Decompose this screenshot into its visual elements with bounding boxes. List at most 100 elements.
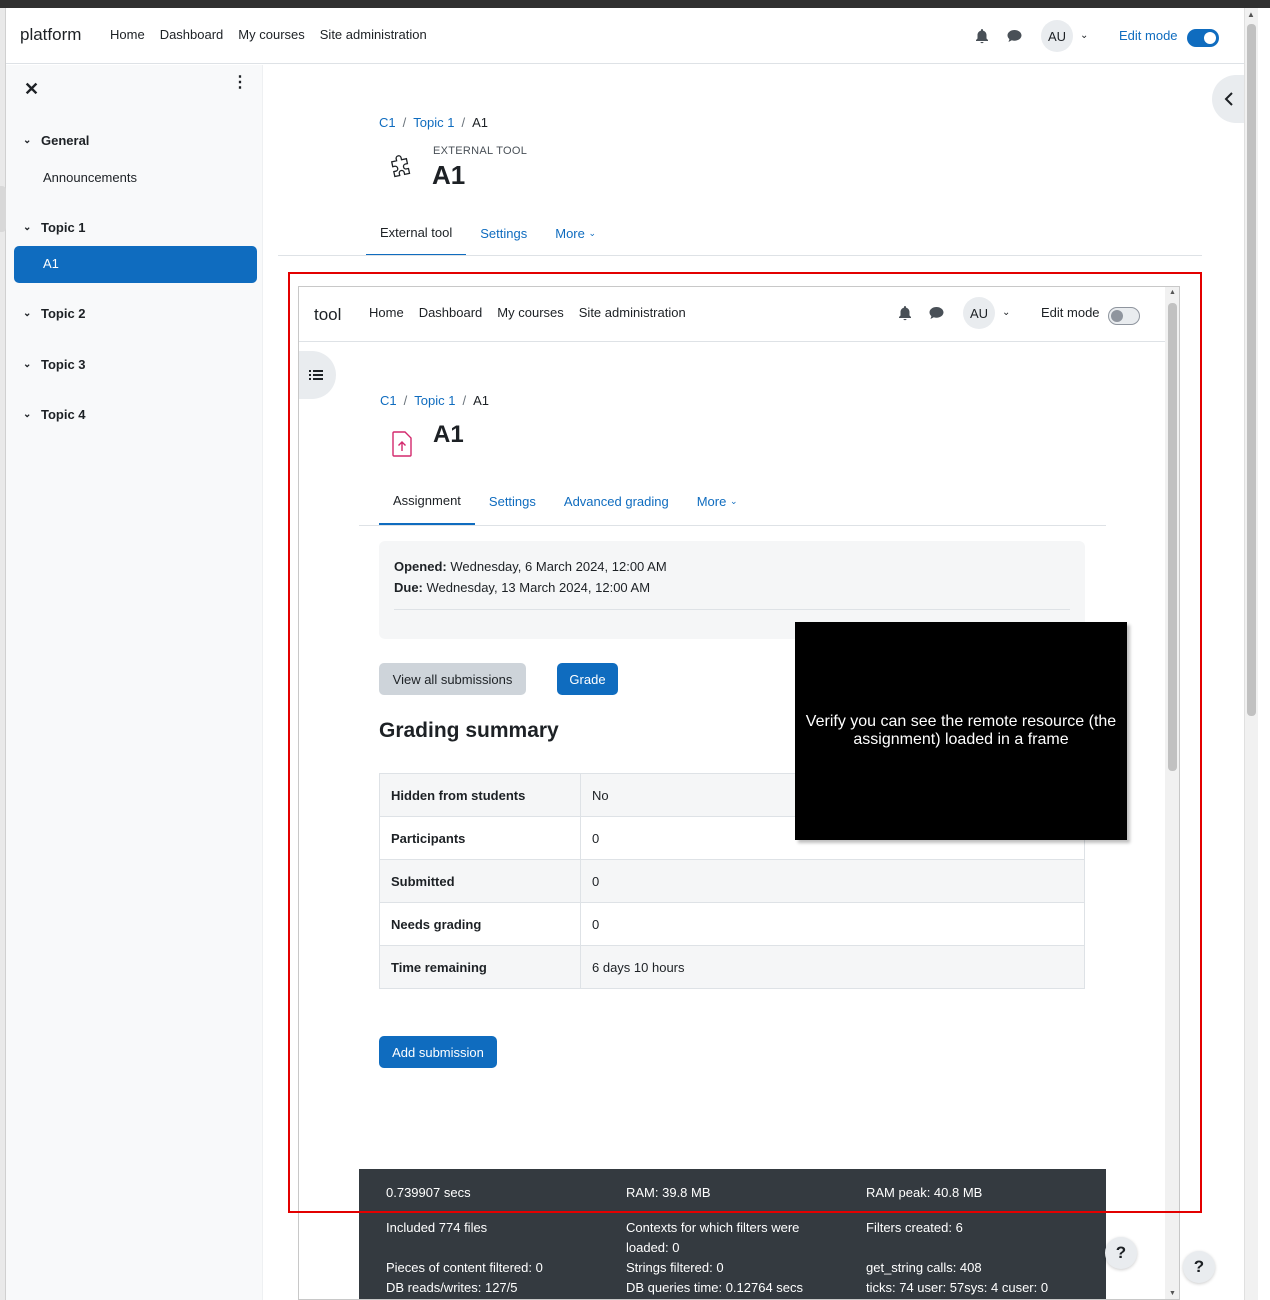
nav-site-administration[interactable]: Site administration (320, 27, 427, 42)
drawer-item-a1[interactable]: A1 (14, 246, 257, 283)
page-title: A1 (432, 160, 466, 190)
section-chevron-down-icon: ⌄ (23, 308, 32, 319)
frame-tab-assignment[interactable]: Assignment (379, 477, 475, 525)
nav-my-courses[interactable]: My courses (238, 27, 304, 42)
frame-breadcrumb-section[interactable]: Topic 1 (414, 393, 455, 408)
perf-included-files: Included 774 files (386, 1220, 488, 1235)
perf-ram-peak: RAM peak: 40.8 MB (866, 1185, 983, 1200)
window-top-strip (0, 0, 1270, 8)
frame-brand[interactable]: tool (314, 305, 341, 325)
frame-scrollbar-thumb[interactable] (1168, 303, 1177, 771)
perf-db-reads-writes: DB reads/writes: 127/5 (386, 1280, 518, 1295)
frame-more-chevron-down-icon: ⌄ (729, 495, 738, 506)
frame-breadcrumb-course[interactable]: C1 (380, 393, 397, 408)
external-tool-frame[interactable]: tool Home Dashboard My courses Site admi… (298, 286, 1180, 1300)
frame-nav-site-administration[interactable]: Site administration (579, 305, 686, 320)
frame-navbar: tool Home Dashboard My courses Site admi… (299, 287, 1167, 342)
notifications-bell-icon[interactable] (972, 26, 992, 46)
breadcrumb-current: A1 (472, 115, 488, 130)
section-chevron-down-icon: ⌄ (23, 359, 32, 370)
drawer-item-announcements[interactable]: Announcements (43, 170, 137, 185)
frame-nav-home[interactable]: Home (369, 305, 404, 320)
perf-contexts: Contexts for which filters were loaded: … (626, 1220, 800, 1255)
top-navbar: platform Home Dashboard My courses Site … (6, 8, 1244, 64)
frame-notifications-bell-icon[interactable] (895, 303, 915, 323)
frame-nav-dashboard[interactable]: Dashboard (419, 305, 483, 320)
help-button[interactable]: ? (1183, 1251, 1215, 1283)
performance-footer: 0.739907 secs RAM: 39.8 MB RAM peak: 40.… (359, 1169, 1106, 1299)
scroll-up-arrow-icon[interactable]: ▲ (1247, 10, 1255, 19)
frame-user-avatar[interactable]: AU (963, 297, 995, 329)
section-chevron-down-icon: ⌄ (23, 135, 32, 146)
section-topic-1[interactable]: ⌄ Topic 1 (23, 220, 86, 235)
site-brand[interactable]: platform (20, 25, 81, 45)
frame-edit-mode-toggle[interactable] (1108, 307, 1140, 325)
perf-db-queries-time: DB queries time: 0.12764 secs (626, 1280, 804, 1295)
messages-chat-icon[interactable] (1004, 26, 1024, 46)
frame-tab-advanced-grading[interactable]: Advanced grading (550, 477, 683, 525)
nav-dashboard[interactable]: Dashboard (160, 27, 224, 42)
breadcrumb-section[interactable]: Topic 1 (413, 115, 454, 130)
frame-primary-navigation: Home Dashboard My courses Site administr… (369, 305, 686, 320)
perf-get-string-calls: get_string calls: 408 (866, 1260, 982, 1275)
tab-settings[interactable]: Settings (466, 210, 541, 256)
edit-mode-label: Edit mode (1119, 28, 1178, 43)
add-submission-button[interactable]: Add submission (379, 1036, 497, 1068)
drawer-more-menu-icon[interactable]: ⋮ (232, 75, 248, 91)
table-row: Needs grading 0 (379, 902, 1085, 946)
page-scrollbar-thumb[interactable] (1247, 24, 1256, 716)
page-scrollbar[interactable]: ▲ (1244, 8, 1258, 1300)
perf-ram: RAM: 39.8 MB (626, 1185, 711, 1200)
frame-tab-settings[interactable]: Settings (475, 477, 550, 525)
perf-pieces-filtered: Pieces of content filtered: 0 (386, 1260, 543, 1275)
frame-tab-more[interactable]: More ⌄ (683, 477, 752, 525)
frame-messages-chat-icon[interactable] (926, 303, 946, 323)
view-all-submissions-button[interactable]: View all submissions (379, 663, 526, 695)
section-topic-2[interactable]: ⌄ Topic 2 (23, 306, 86, 321)
grade-button[interactable]: Grade (557, 663, 618, 695)
section-topic-3[interactable]: ⌄ Topic 3 (23, 357, 86, 372)
user-avatar[interactable]: AU (1041, 20, 1073, 52)
tab-external-tool[interactable]: External tool (366, 210, 467, 256)
frame-breadcrumb: C1 / Topic 1 / A1 (380, 393, 489, 408)
section-chevron-down-icon: ⌄ (23, 409, 32, 420)
frame-nav-my-courses[interactable]: My courses (497, 305, 563, 320)
frame-scroll-up-arrow-icon[interactable]: ▲ (1169, 289, 1176, 296)
breadcrumb: C1 / Topic 1 / A1 (379, 115, 488, 130)
dates-divider (394, 609, 1070, 610)
tab-more[interactable]: More ⌄ (541, 210, 610, 256)
list-icon (309, 370, 323, 380)
chevron-left-icon (1224, 92, 1233, 106)
nav-home[interactable]: Home (110, 27, 145, 42)
edit-mode-toggle[interactable] (1187, 29, 1219, 47)
primary-navigation: Home Dashboard My courses Site administr… (110, 27, 427, 42)
perf-filters-created: Filters created: 6 (866, 1220, 963, 1235)
section-general[interactable]: ⌄ General (23, 133, 89, 148)
frame-user-menu-chevron-down-icon[interactable]: ⌄ (1002, 307, 1010, 318)
close-drawer-icon[interactable]: ✕ (24, 79, 39, 100)
section-topic-4[interactable]: ⌄ Topic 4 (23, 407, 86, 422)
perf-ticks: ticks: 74 user: 57sys: 4 cuser: 0 (866, 1280, 1049, 1295)
secondary-navigation: External tool Settings More ⌄ (366, 210, 610, 256)
more-chevron-down-icon: ⌄ (588, 227, 597, 238)
frame-breadcrumb-current: A1 (473, 393, 489, 408)
section-chevron-down-icon: ⌄ (23, 222, 32, 233)
breadcrumb-course[interactable]: C1 (379, 115, 396, 130)
frame-secondary-navigation: Assignment Settings Advanced grading Mor… (379, 477, 752, 525)
module-type-label: EXTERNAL TOOL (433, 145, 528, 157)
frame-course-index-button[interactable] (299, 351, 336, 399)
perf-strings-filtered: Strings filtered: 0 (626, 1260, 724, 1275)
frame-help-button[interactable]: ? (1105, 1237, 1137, 1269)
grading-summary-heading: Grading summary (379, 719, 559, 742)
frame-page-title: A1 (433, 421, 464, 448)
frame-scrollbar[interactable]: ▲ ▼ (1165, 287, 1179, 1299)
perf-time: 0.739907 secs (386, 1185, 471, 1200)
frame-scroll-down-arrow-icon[interactable]: ▼ (1169, 1290, 1176, 1297)
tabs-divider (278, 255, 1202, 256)
course-index-drawer: ✕ ⋮ ⌄ General Announcements ⌄ Topic 1 A1… (6, 65, 263, 1300)
opened-date: Opened: Wednesday, 6 March 2024, 12:00 A… (394, 559, 667, 574)
frame-tabs-divider (359, 525, 1106, 526)
assignment-upload-icon (391, 431, 413, 460)
frame-edit-mode-label: Edit mode (1041, 305, 1100, 320)
user-menu-chevron-down-icon[interactable]: ⌄ (1080, 30, 1088, 41)
